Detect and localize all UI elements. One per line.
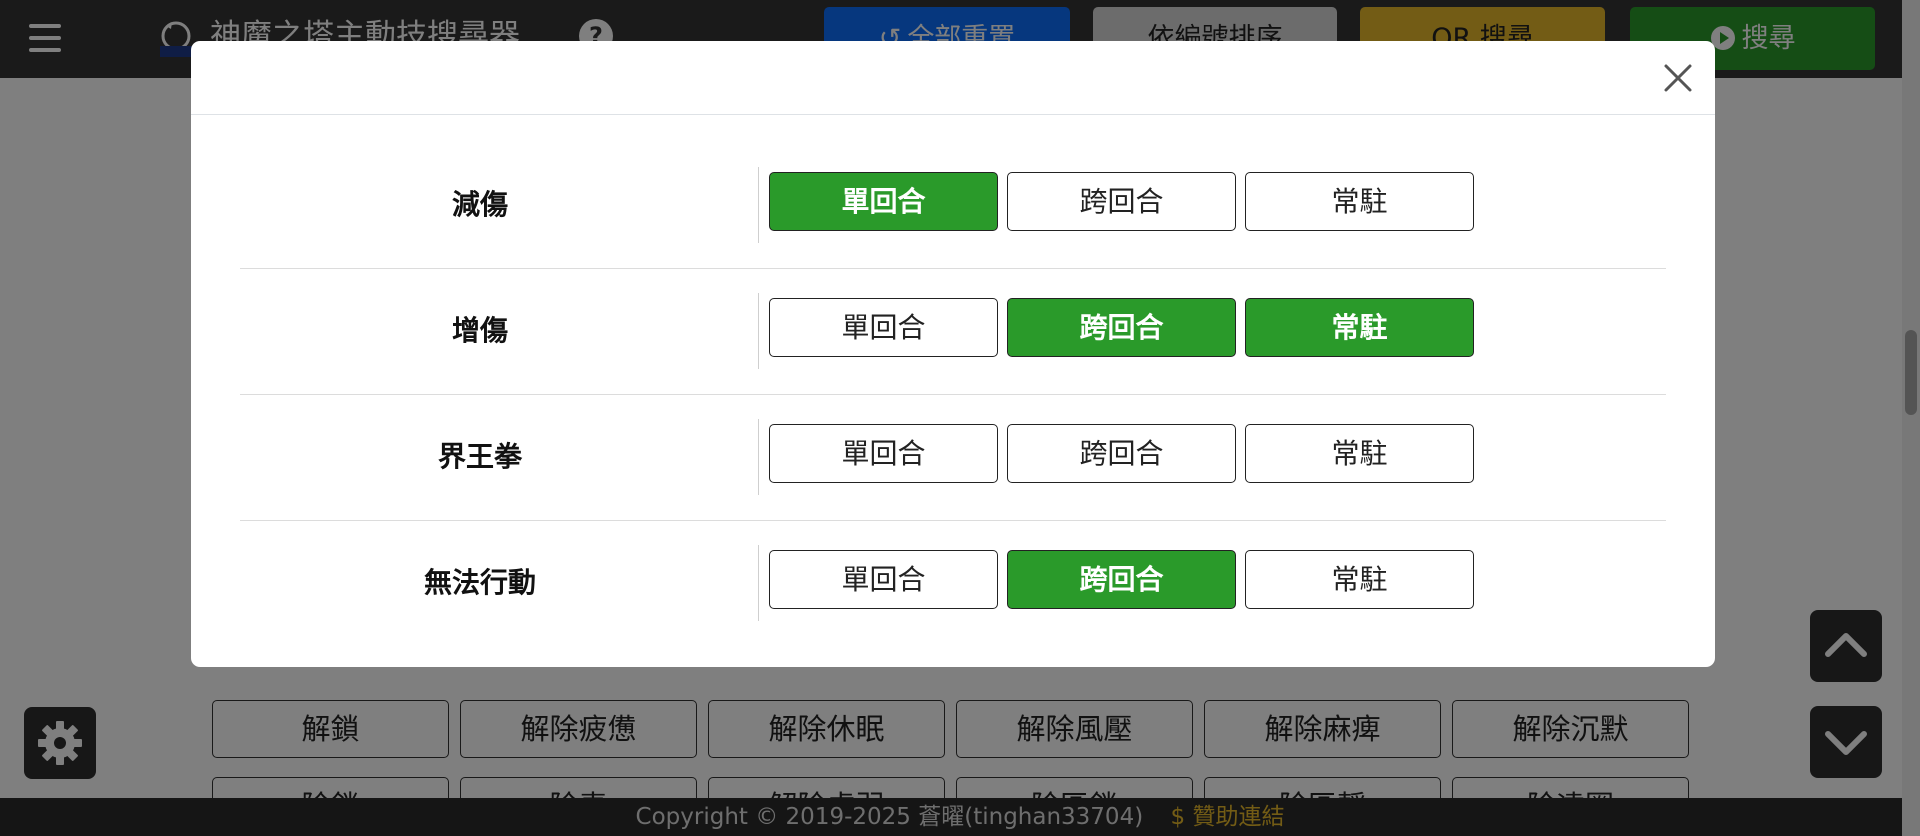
row-separator [758, 293, 759, 369]
option-permanent[interactable]: 常駐 [1245, 172, 1474, 231]
option-single-turn[interactable]: 單回合 [769, 424, 998, 483]
row-label: 增傷 [451, 314, 508, 347]
row-label: 界王拳 [437, 440, 522, 473]
option-multi-turn[interactable]: 跨回合 [1007, 424, 1236, 483]
option-single-turn[interactable]: 單回合 [769, 298, 998, 357]
row-separator [758, 545, 759, 621]
skill-type-modal: 減傷 單回合 跨回合 常駐 增傷 單回合 跨回合 常駐 界王拳 單回合 跨回合 … [191, 41, 1715, 667]
row-label: 減傷 [451, 188, 508, 221]
option-permanent[interactable]: 常駐 [1245, 424, 1474, 483]
row-separator [758, 167, 759, 243]
row-label: 無法行動 [423, 566, 536, 599]
filter-row-cannot-act: 無法行動 單回合 跨回合 常駐 [240, 520, 1666, 646]
option-multi-turn[interactable]: 跨回合 [1007, 298, 1236, 357]
option-permanent[interactable]: 常駐 [1245, 550, 1474, 609]
filter-row-damage-boost: 增傷 單回合 跨回合 常駐 [240, 268, 1666, 395]
option-multi-turn[interactable]: 跨回合 [1007, 172, 1236, 231]
modal-header [191, 41, 1715, 115]
filter-row-kaioken: 界王拳 單回合 跨回合 常駐 [240, 394, 1666, 521]
row-separator [758, 419, 759, 495]
filter-row-damage-reduction: 減傷 單回合 跨回合 常駐 [240, 142, 1666, 269]
option-single-turn[interactable]: 單回合 [769, 172, 998, 231]
option-single-turn[interactable]: 單回合 [769, 550, 998, 609]
close-icon[interactable] [1661, 61, 1695, 95]
option-multi-turn[interactable]: 跨回合 [1007, 550, 1236, 609]
option-permanent[interactable]: 常駐 [1245, 298, 1474, 357]
